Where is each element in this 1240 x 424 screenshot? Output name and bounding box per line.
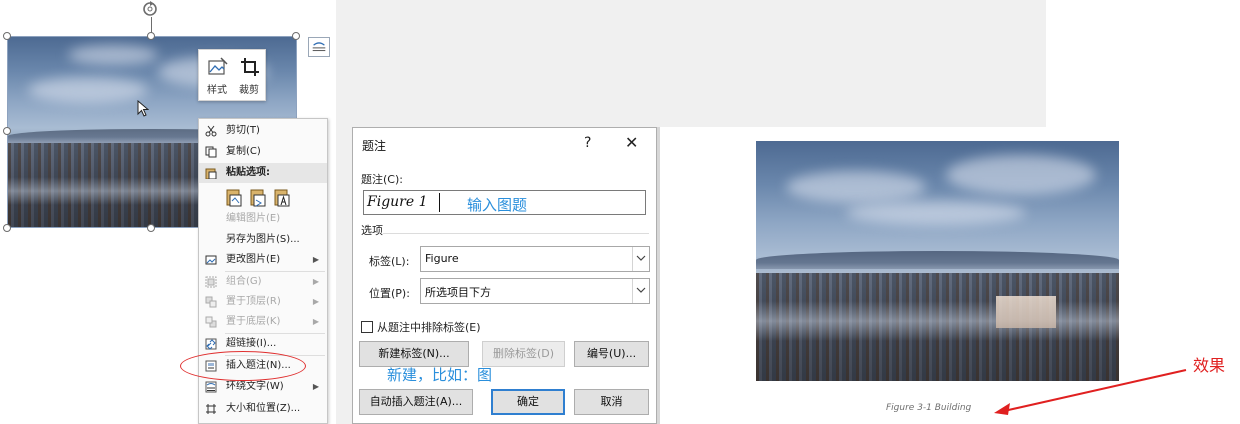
position-select-value: 所选项目下方 [425, 286, 491, 299]
building-highlight [996, 296, 1056, 328]
position-select-dropdown[interactable] [632, 279, 649, 303]
resize-handle-bottom-left[interactable] [3, 224, 11, 232]
dialog-title: 题注 [362, 139, 387, 153]
document-editing-area: 样式 裁剪 剪切(T) 复制(C) 粘贴选项: 编辑图片(E) 另存为图片(S)… [0, 0, 340, 424]
picture-style-icon [208, 57, 228, 75]
resize-handle-top-left[interactable] [3, 32, 11, 40]
copy-icon [205, 146, 217, 158]
layout-options-button[interactable] [308, 37, 330, 57]
auto-caption-button[interactable]: 自动插入题注(A)... [359, 389, 473, 415]
menu-item-size-and-position[interactable]: 大小和位置(Z)... [199, 399, 327, 419]
size-position-icon [206, 404, 216, 414]
resize-handle-top[interactable] [147, 32, 155, 40]
exclude-label-checkbox[interactable] [361, 321, 373, 333]
submenu-arrow-icon: ▶ [312, 255, 319, 264]
highlight-ellipse [180, 351, 306, 381]
style-button[interactable]: 样式 [202, 54, 232, 98]
close-button[interactable]: ✕ [625, 133, 638, 152]
resize-handle-top-right[interactable] [292, 32, 300, 40]
menu-item-cut[interactable]: 剪切(T) [199, 121, 327, 141]
style-label: 样式 [207, 85, 227, 96]
submenu-arrow-icon: ▶ [312, 382, 319, 391]
rotate-handle-icon[interactable] [141, 0, 159, 18]
link-icon [205, 338, 217, 350]
submenu-arrow-icon: ▶ [312, 277, 319, 286]
wrap-text-icon [205, 381, 217, 393]
chevron-down-icon [636, 287, 646, 293]
label-select-dropdown[interactable] [632, 247, 649, 271]
submenu-arrow-icon: ▶ [312, 317, 319, 326]
options-group-label: 选项 [361, 224, 383, 237]
menu-item-send-to-back: 置于底层(K) ▶ [199, 312, 327, 332]
change-picture-icon [205, 255, 217, 265]
new-label-annotation: 新建，比如：图 [387, 366, 493, 384]
scissors-icon [205, 125, 217, 137]
paste-options-row [225, 185, 305, 209]
menu-item-bring-to-front: 置于顶层(R) ▶ [199, 292, 327, 312]
ok-button[interactable]: 确定 [491, 389, 565, 415]
send-back-icon [205, 316, 217, 328]
paste-text-only-icon[interactable] [273, 187, 291, 207]
result-picture [756, 141, 1119, 381]
help-button[interactable]: ? [584, 135, 591, 151]
position-select[interactable]: 所选项目下方 [420, 278, 650, 304]
window-background-strip [336, 127, 352, 424]
caption-input[interactable]: Figure 1 输入图题 [363, 190, 646, 215]
group-icon [205, 276, 217, 288]
caption-dialog: 题注 ? ✕ 题注(C): Figure 1 输入图题 选项 标签(L): Fi… [352, 127, 657, 424]
resize-handle-bottom[interactable] [147, 224, 155, 232]
menu-item-save-as-picture[interactable]: 另存为图片(S)... [199, 230, 327, 250]
crop-button[interactable]: 裁剪 [234, 54, 264, 98]
picture-mini-toolbar: 样式 裁剪 [198, 49, 266, 101]
crop-icon [241, 58, 259, 76]
bring-front-icon [205, 296, 217, 308]
text-caret [439, 193, 440, 212]
caption-annotation: 输入图题 [467, 196, 528, 214]
cancel-button[interactable]: 取消 [574, 389, 649, 415]
caption-input-value: Figure 1 [367, 194, 428, 210]
options-divider [383, 233, 649, 234]
resize-handle-left[interactable] [3, 127, 11, 135]
numbering-button[interactable]: 编号(U)... [574, 341, 649, 367]
menu-item-edit-picture: 编辑图片(E) [226, 213, 281, 224]
label-select-value: Figure [425, 252, 459, 265]
label-select[interactable]: Figure [420, 246, 650, 272]
window-background [336, 0, 1046, 127]
annotation-arrow-icon [994, 369, 1187, 415]
menu-item-change-picture[interactable]: 更改图片(E) ▶ [199, 250, 327, 270]
delete-label-button: 删除标签(D) [482, 341, 565, 367]
position-field-label: 位置(P): [369, 287, 410, 300]
chevron-down-icon [636, 255, 646, 261]
caption-field-label: 题注(C): [361, 173, 403, 186]
dialog-edge [657, 127, 660, 424]
menu-item-copy[interactable]: 复制(C) [199, 142, 327, 162]
mouse-pointer-icon [137, 100, 149, 117]
paste-keep-formatting-icon[interactable] [225, 187, 243, 207]
paste-icon [205, 168, 217, 179]
effect-annotation: 效果 [1193, 356, 1226, 375]
menu-header-paste-options: 粘贴选项: [199, 163, 327, 183]
crop-label: 裁剪 [239, 85, 259, 96]
submenu-arrow-icon: ▶ [312, 297, 319, 306]
result-caption: Figure 3-1 Building [886, 403, 972, 413]
exclude-label-text: 从题注中排除标签(E) [377, 321, 481, 334]
layout-options-icon [312, 42, 326, 52]
label-field-label: 标签(L): [369, 255, 410, 268]
menu-item-group: 组合(G) ▶ [199, 272, 327, 292]
paste-picture-icon[interactable] [249, 187, 267, 207]
